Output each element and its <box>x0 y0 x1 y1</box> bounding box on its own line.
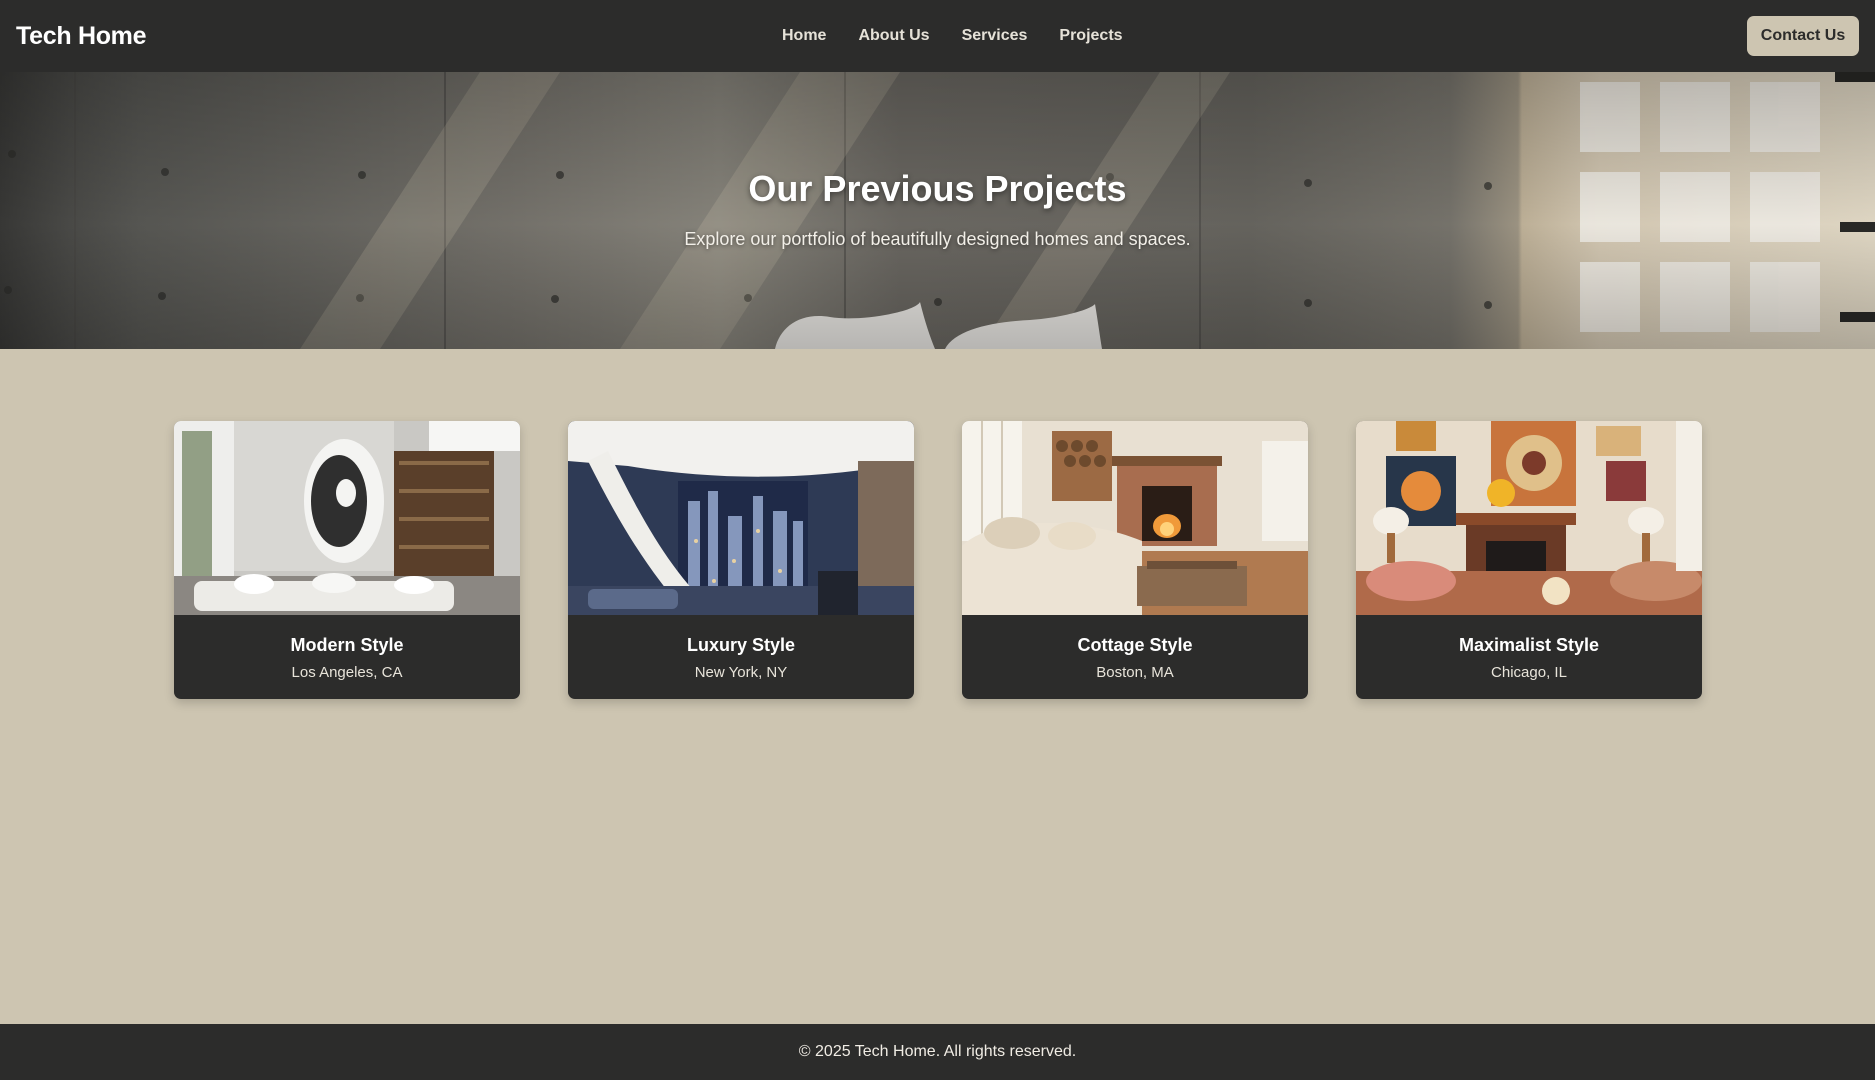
project-title: Modern Style <box>290 635 404 655</box>
main-nav: Home About Us Services Projects <box>782 0 1123 72</box>
project-location: Boston, MA <box>1096 664 1174 681</box>
nav-link-about-us[interactable]: About Us <box>858 27 929 45</box>
project-location: Los Angeles, CA <box>291 664 403 681</box>
hero-subtitle: Explore our portfolio of beautifully des… <box>684 229 1191 249</box>
project-image-maximalist <box>1356 421 1702 615</box>
navbar: Tech Home Home About Us Services Project… <box>0 0 1875 72</box>
project-image-cottage <box>962 421 1308 615</box>
project-card-body: Maximalist Style Chicago, IL <box>1356 615 1702 699</box>
nav-link-services[interactable]: Services <box>962 27 1028 45</box>
brand-logo[interactable]: Tech Home <box>16 0 147 72</box>
project-title: Cottage Style <box>1077 635 1193 655</box>
projects-grid: Modern Style Los Angeles, CA Luxury Styl… <box>174 421 1702 699</box>
nav-link-projects[interactable]: Projects <box>1059 27 1122 45</box>
project-card-maximalist[interactable]: Maximalist Style Chicago, IL <box>1356 421 1702 699</box>
project-title: Luxury Style <box>686 635 796 655</box>
hero-banner: Our Previous Projects Explore our portfo… <box>0 72 1875 349</box>
hero-overlay <box>0 72 1875 349</box>
copyright-text: © 2025 Tech Home. All rights reserved. <box>798 1043 1077 1060</box>
project-card-body: Cottage Style Boston, MA <box>962 615 1308 699</box>
project-image-modern <box>174 421 520 615</box>
hero-title: Our Previous Projects <box>748 168 1127 209</box>
project-title: Maximalist Style <box>1458 635 1600 655</box>
project-card-cottage[interactable]: Cottage Style Boston, MA <box>962 421 1308 699</box>
footer: © 2025 Tech Home. All rights reserved. <box>0 1024 1875 1080</box>
project-image-luxury <box>568 421 914 615</box>
project-card-body: Modern Style Los Angeles, CA <box>174 615 520 699</box>
project-location: New York, NY <box>694 664 788 681</box>
project-card-luxury[interactable]: Luxury Style New York, NY <box>568 421 914 699</box>
project-card-modern[interactable]: Modern Style Los Angeles, CA <box>174 421 520 699</box>
nav-link-home[interactable]: Home <box>782 27 826 45</box>
project-card-body: Luxury Style New York, NY <box>568 615 914 699</box>
project-location: Chicago, IL <box>1491 664 1567 681</box>
contact-us-button[interactable]: Contact Us <box>1747 16 1859 56</box>
